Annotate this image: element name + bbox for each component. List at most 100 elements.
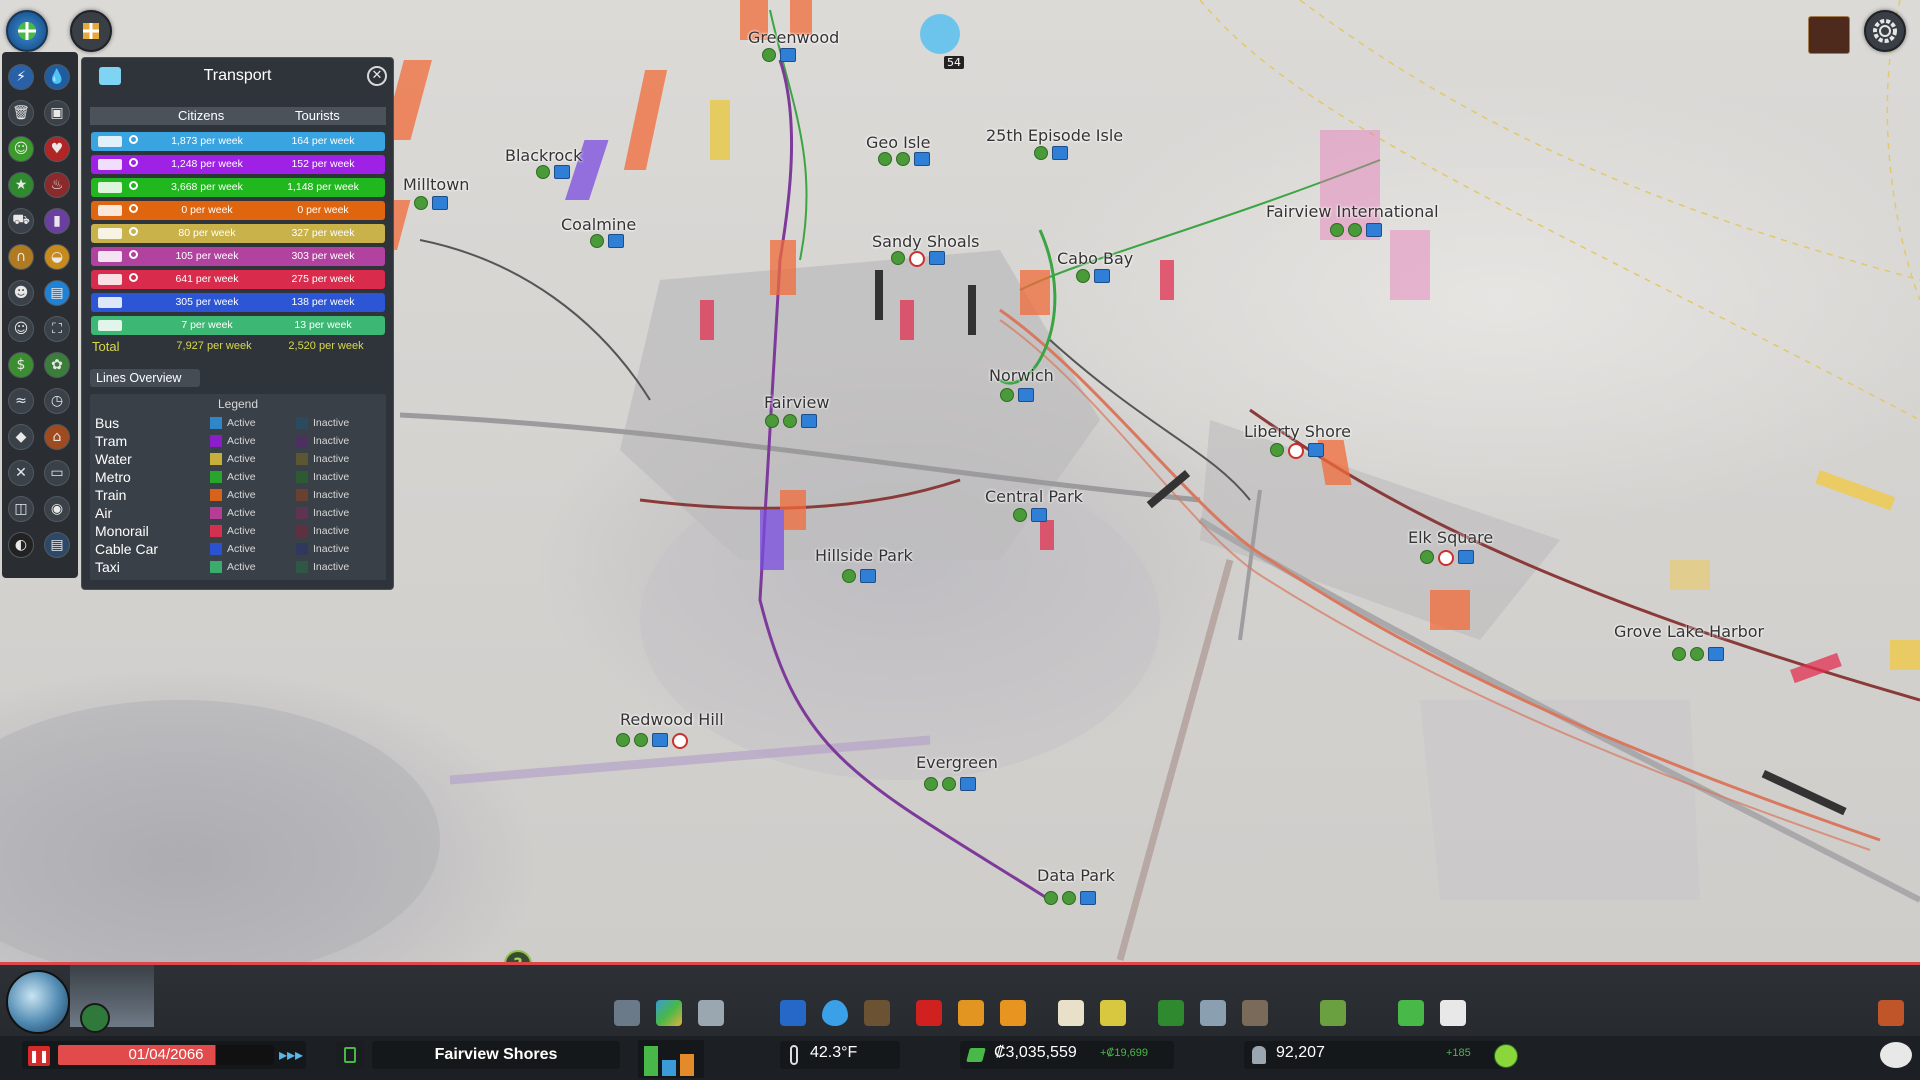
crime-icon[interactable]: ☻ [8,280,34,306]
stop-icons[interactable] [536,165,570,179]
globe-icon[interactable] [6,970,70,1034]
maintenance-icon[interactable]: ✕ [8,460,34,486]
unique-buildings-tool-icon[interactable] [1200,1000,1226,1026]
search-icon[interactable] [129,158,138,167]
stop-icons[interactable] [765,414,817,428]
stop-icons[interactable] [1330,223,1382,237]
inactive-label: Inactive [313,435,350,447]
stop-icons[interactable] [1013,508,1047,522]
lines-overview-button[interactable]: Lines Overview [90,369,200,387]
wind-icon[interactable]: ≈ [8,388,34,414]
attractiveness-icon[interactable]: ★ [8,172,34,198]
statistics-icon[interactable]: ◐ [8,532,34,558]
education-icon[interactable]: ⌂ [44,424,70,450]
pollution-icon[interactable]: ▮ [44,208,70,234]
noise-icon[interactable]: ∩ [8,244,34,270]
search-icon[interactable] [129,227,138,236]
transport-tool-icon[interactable] [1100,1000,1126,1026]
happiness-icon[interactable]: ☺ [8,136,34,162]
tourism-icon[interactable]: ◉ [44,496,70,522]
roads-tool-icon[interactable] [614,1000,640,1026]
stop-icons[interactable] [1034,146,1068,160]
stop-icons[interactable] [1076,269,1110,283]
buildings-icon[interactable]: ▣ [44,100,70,126]
chirper-toggle-icon[interactable] [1880,1042,1912,1068]
road-icon[interactable]: ▭ [44,460,70,486]
stop-icons[interactable] [842,569,876,583]
milestone-icon[interactable] [80,1003,110,1033]
inactive-swatch [296,507,308,519]
active-swatch [210,525,222,537]
police-tool-icon[interactable] [1000,1000,1026,1026]
info-views-button[interactable] [6,10,48,52]
stop-icons[interactable] [891,251,945,267]
economy-tool-icon[interactable] [1440,1000,1466,1026]
zone-demand-meter [638,1040,704,1078]
inactive-swatch [296,489,308,501]
chirper-icon[interactable] [920,14,960,54]
public-transport-icon[interactable]: ▤ [44,280,70,306]
citizens-value: 80 per week [178,227,236,239]
water-icon[interactable]: 💧 [44,64,70,90]
natural-resources-icon[interactable]: ✿ [44,352,70,378]
districts-tool-icon[interactable] [698,1000,724,1026]
radio-icon[interactable] [1808,16,1850,54]
search-icon[interactable] [129,250,138,259]
settings-button[interactable] [1864,10,1906,52]
stop-icons[interactable] [762,48,796,62]
health-icon[interactable]: ♥ [44,136,70,162]
garbage-tool-icon[interactable] [864,1000,890,1026]
city-info-button[interactable] [336,1041,364,1069]
inactive-label: Inactive [313,489,350,501]
garbage-icon[interactable]: 🗑 [8,100,34,126]
stop-icons[interactable] [878,152,930,166]
population-icon[interactable]: ☺ [8,316,34,342]
healthcare-tool-icon[interactable] [916,1000,942,1026]
policies-tool-icon[interactable] [1398,1000,1424,1026]
stop-icons[interactable] [414,196,448,210]
total-citizens: 7,927 per week [176,340,252,352]
stop-icons[interactable] [616,733,688,749]
land-value-icon[interactable]: ⛶ [44,316,70,342]
stop-icons[interactable] [1000,388,1034,402]
search-icon[interactable] [129,181,138,190]
police-icon[interactable]: ◒ [44,244,70,270]
inactive-label: Inactive [313,417,350,429]
electricity-tool-icon[interactable] [780,1000,806,1026]
camera-icon[interactable]: ◫ [8,496,34,522]
zoning-tool-icon[interactable] [656,1000,682,1026]
stop-icons[interactable] [590,234,624,248]
landscaping-tool-icon[interactable] [1320,1000,1346,1026]
search-icon[interactable] [129,273,138,282]
stop-icons[interactable] [1044,891,1096,905]
traffic-icon[interactable]: ⛟ [8,208,34,234]
stop-icons[interactable] [924,777,976,791]
terrain-icon[interactable]: ◆ [8,424,34,450]
education-tool-icon[interactable] [1058,1000,1084,1026]
pause-button[interactable]: ❚❚ [28,1046,50,1066]
city-name[interactable]: Fairview Shores [372,1041,620,1069]
electricity-icon[interactable]: ⚡ [8,64,34,90]
stop-icons[interactable] [1270,443,1324,459]
monuments-tool-icon[interactable] [1242,1000,1268,1026]
close-button[interactable]: ✕ [367,66,387,86]
fire-icon[interactable]: ♨ [44,172,70,198]
clock-icon[interactable]: ◷ [44,388,70,414]
info-views-icon [18,22,36,40]
tram-icon [98,159,122,170]
stop-icons[interactable] [1420,550,1474,566]
bulldozer-tool-icon[interactable] [1878,1000,1904,1026]
money-icon[interactable]: $ [8,352,34,378]
water-tool-icon[interactable] [822,1000,848,1026]
districts-icon[interactable]: ▤ [44,532,70,558]
speed-button[interactable]: ▸▸▸ [276,1045,306,1065]
total-row: Total 7,927 per week 2,520 per week [90,339,386,355]
search-icon[interactable] [129,135,138,144]
legend-mode-name: Tram [95,433,128,449]
parks-tool-icon[interactable] [1158,1000,1184,1026]
fire-tool-icon[interactable] [958,1000,984,1026]
active-label: Active [227,507,256,519]
area-unlock-button[interactable] [70,10,112,52]
stop-icons[interactable] [1672,647,1724,661]
search-icon[interactable] [129,204,138,213]
